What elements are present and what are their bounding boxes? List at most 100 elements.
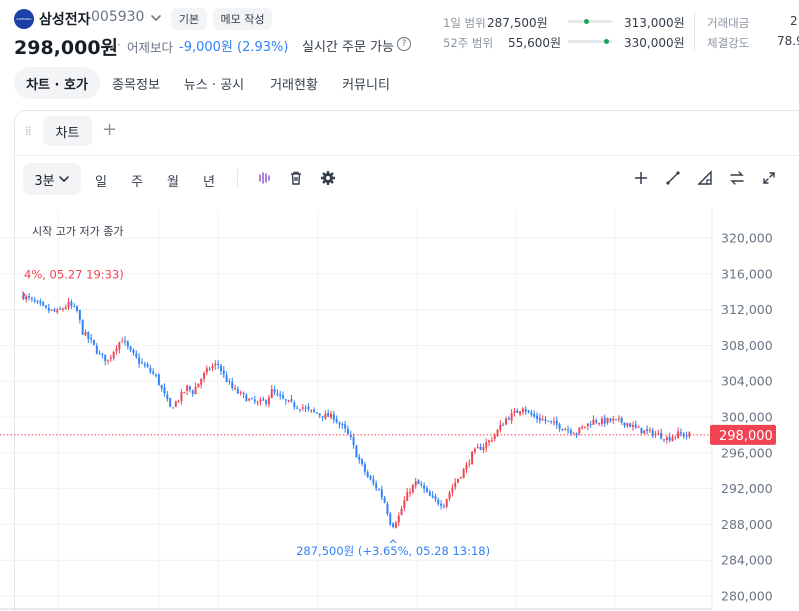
trash-icon[interactable] [288, 170, 304, 186]
candle-body [293, 402, 296, 408]
candle-body [194, 387, 197, 395]
drag-handle-icon[interactable]: ⁞⁞ [25, 124, 32, 138]
y-tick-label: 308,000 [721, 338, 773, 353]
candle-body [346, 428, 349, 434]
tab-community[interactable]: 커뮤니티 [332, 67, 400, 99]
candle-body [558, 424, 561, 429]
candle-body [425, 488, 428, 492]
tab-trading[interactable]: 거래현황 [260, 67, 328, 99]
gear-icon[interactable] [320, 170, 336, 186]
y-tick-label: 300,000 [721, 410, 773, 425]
candle-body [437, 499, 440, 504]
candle-body [406, 492, 409, 501]
candles-icon[interactable] [257, 170, 273, 186]
candle-body [90, 337, 93, 340]
line-tool-icon[interactable] [665, 170, 681, 186]
candle-body [118, 342, 121, 350]
candle-body [284, 399, 287, 401]
chevron-down-icon[interactable] [149, 11, 163, 25]
candle-body [567, 429, 570, 431]
low-marker [389, 539, 397, 544]
stock-code: 005930 [91, 9, 145, 25]
expand-icon[interactable] [761, 170, 777, 186]
candle-body [279, 394, 282, 397]
candle-body [488, 440, 491, 443]
candle-body [273, 389, 276, 393]
plus-icon[interactable] [633, 170, 649, 186]
candle-body [411, 484, 414, 492]
tab-chart-orderbook[interactable]: 차트 · 호가 [14, 67, 100, 99]
candle-body [259, 399, 262, 402]
triangle-tool-icon[interactable] [697, 170, 713, 186]
candle-body [663, 439, 666, 441]
candle-body [200, 379, 203, 385]
day-range-high: 313,000원 [624, 16, 685, 30]
candle-body [330, 413, 333, 418]
candle-body [623, 422, 626, 426]
candle-body [383, 497, 386, 503]
separator: · [117, 38, 121, 52]
timeframe-month[interactable]: 월 [167, 171, 179, 190]
memo-button[interactable]: 메모 작성 [213, 8, 272, 30]
timeframe-day[interactable]: 일 [95, 171, 107, 190]
candle-body [163, 387, 166, 394]
candle-body [146, 364, 149, 367]
candle-body [685, 435, 688, 437]
candle-body [665, 437, 668, 440]
candle-body [180, 392, 183, 402]
candle-body [400, 508, 403, 515]
candle-body [544, 419, 547, 421]
candle-body [643, 430, 646, 434]
candle-body [301, 407, 304, 409]
candle-body [296, 407, 299, 409]
candle-body [214, 363, 217, 366]
timeframe-select[interactable]: 3분 [23, 163, 81, 195]
realtime-order-label: 실시간 주문 가능 [302, 40, 394, 55]
tab-chart[interactable]: 차트 [43, 116, 92, 146]
candle-body [234, 388, 237, 390]
candle-body [143, 363, 146, 366]
chevron-down-icon [58, 176, 69, 183]
timeframe-week[interactable]: 주 [131, 171, 143, 190]
candle-body [262, 399, 265, 401]
candle-body [679, 432, 682, 434]
candle-body [586, 423, 589, 427]
candle-body [595, 420, 598, 423]
candle-body [166, 394, 169, 399]
candle-body [451, 487, 454, 493]
candle-body [493, 435, 496, 440]
candle-body [33, 299, 36, 302]
add-tab-button[interactable]: + [102, 119, 117, 140]
basic-button[interactable]: 기본 [171, 8, 207, 30]
week52-range-label: 52주 범위 [443, 36, 494, 50]
candle-body [98, 353, 101, 355]
timeframe-year[interactable]: 년 [203, 171, 215, 190]
candle-body [409, 491, 412, 493]
candle-body [124, 340, 126, 342]
candle-body [95, 345, 98, 354]
candle-body [657, 433, 660, 435]
candle-body [47, 307, 50, 311]
candle-body [324, 413, 327, 419]
high-annotation: 4%, 05.27 19:33) [24, 268, 124, 282]
candle-body [53, 309, 56, 312]
price-change: -9,000원 (2.93%) [179, 40, 289, 55]
help-icon[interactable]: ? [397, 37, 411, 51]
candle-body [270, 389, 273, 399]
candle-body [282, 395, 285, 399]
candle-body [513, 410, 516, 413]
swap-icon[interactable] [729, 170, 745, 186]
candle-body [30, 298, 33, 300]
tab-news[interactable]: 뉴스 · 공시 [174, 67, 254, 99]
candle-body [431, 495, 434, 498]
tab-stock-info[interactable]: 종목정보 [104, 67, 168, 99]
candle-body [25, 296, 28, 300]
candle-body [640, 427, 643, 434]
candle-body [253, 399, 256, 402]
candle-body [612, 419, 615, 421]
candle-body [313, 409, 316, 412]
week52-range-high: 330,000원 [624, 36, 685, 50]
candle-body [615, 418, 618, 420]
price-chart[interactable]: 320,000 316,000 312,000 308,000 304,000 300,0… [0, 210, 799, 611]
candle-body [112, 351, 115, 359]
